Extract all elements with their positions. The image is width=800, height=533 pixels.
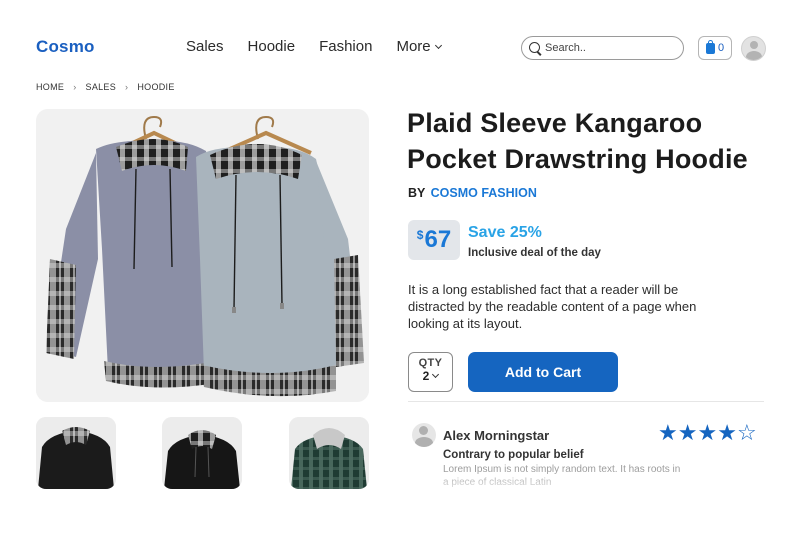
product-thumbnail-2[interactable] [162, 417, 242, 489]
review-fade-overlay [430, 470, 730, 494]
cart-count: 0 [717, 42, 725, 54]
qty-value-row: 2 [409, 369, 452, 383]
nav-item-label: Hoodie [247, 38, 296, 55]
product-description: It is a long established fact that a rea… [408, 282, 697, 331]
star-filled-icon: ★ [717, 421, 737, 446]
nav-item-hoodie[interactable]: Hoodie [248, 38, 296, 55]
site-logo[interactable]: Cosmo [36, 37, 95, 57]
nav-item-fashion[interactable]: Fashion [319, 38, 372, 55]
cart-button[interactable]: 0 [698, 36, 732, 60]
reviewer-name: Alex Morningstar [443, 428, 550, 443]
breadcrumb-hoodie[interactable]: HOODIE [137, 82, 174, 92]
chevron-down-icon [432, 370, 440, 379]
star-empty-icon: ☆ [736, 421, 757, 446]
thumbnail-image [289, 417, 369, 489]
search-input[interactable] [545, 42, 675, 54]
quantity-selector[interactable]: QTY 2 [408, 352, 453, 392]
breadcrumb-home[interactable]: HOME [36, 82, 64, 92]
add-to-cart-button[interactable]: Add to Cart [468, 352, 618, 392]
product-main-image[interactable] [36, 109, 369, 402]
rating-stars: ★★★★☆ [658, 422, 757, 446]
star-filled-icon: ★ [677, 421, 698, 446]
search-icon[interactable] [529, 41, 542, 55]
qty-value: 2 [422, 369, 430, 383]
product-thumbnail-1[interactable] [36, 417, 116, 489]
reviewer-avatar [412, 423, 436, 447]
price-amount: 67 [424, 226, 452, 253]
price-currency: $ [416, 228, 424, 242]
chevron-right-icon: › [73, 82, 77, 92]
thumbnail-image [162, 417, 242, 489]
nav-item-label: Sales [186, 38, 224, 55]
brand-link[interactable]: COSMO FASHION [431, 186, 537, 200]
price-tag: $ 67 [408, 220, 460, 260]
main-nav: Sales Hoodie Fashion More [186, 38, 465, 55]
thumbnail-image [36, 417, 116, 489]
review-title: Contrary to popular belief [443, 449, 584, 461]
nav-item-label: Fashion [319, 38, 373, 55]
product-thumbnail-3[interactable] [289, 417, 369, 489]
search-box[interactable] [521, 36, 684, 60]
deal-note: Inclusive deal of the day [468, 247, 601, 259]
breadcrumb-sales[interactable]: SALES [86, 82, 117, 92]
nav-item-label: More [396, 38, 431, 55]
product-title: Plaid Sleeve Kangaroo Pocket Drawstring … [407, 108, 748, 174]
qty-label: QTY [418, 357, 443, 369]
breadcrumb: HOME › SALES › HOODIE [36, 82, 175, 92]
product-byline: BY COSMO FASHION [408, 186, 537, 200]
divider [408, 401, 764, 402]
site-header: Cosmo Sales Hoodie Fashion More 0 [0, 0, 800, 80]
shopping-bag-icon [705, 39, 715, 54]
hoodie-photo [36, 109, 369, 402]
chevron-right-icon: › [125, 82, 129, 92]
discount-label: Save 25% [468, 224, 542, 241]
nav-item-more[interactable]: More [396, 38, 442, 55]
user-avatar[interactable] [741, 36, 766, 61]
chevron-down-icon [434, 41, 442, 49]
by-label: BY [408, 186, 426, 200]
nav-item-sales[interactable]: Sales [186, 38, 224, 55]
star-filled-icon: ★ [658, 421, 678, 446]
star-filled-icon: ★ [697, 421, 718, 446]
